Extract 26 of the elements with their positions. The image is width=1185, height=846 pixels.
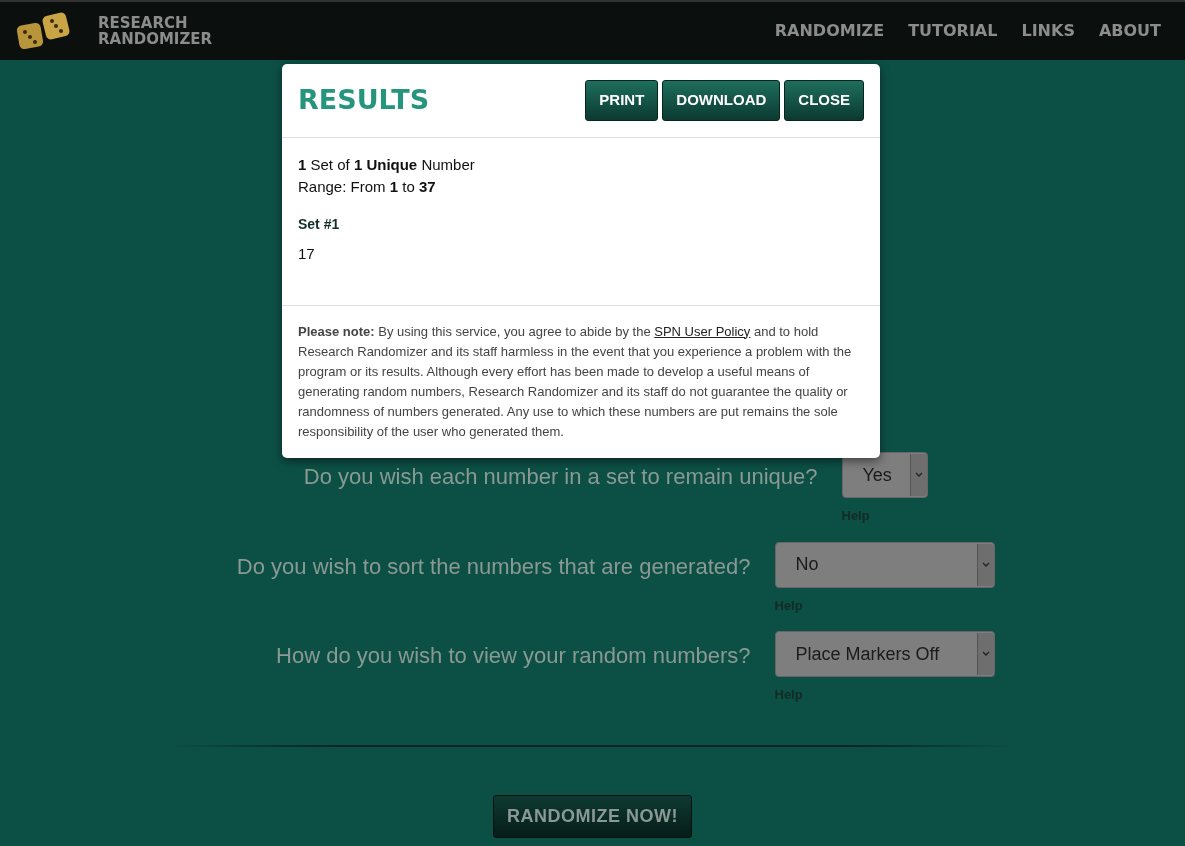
select-field[interactable]: Place Markers Off: [774, 631, 995, 677]
policy-link[interactable]: SPN User Policy: [654, 323, 751, 339]
brand-name: RANDOMIZER: [98, 31, 213, 47]
nav-link[interactable]: TUTORIAL: [908, 19, 998, 43]
nav-link[interactable]: ABOUT: [1098, 19, 1161, 43]
modal-title: RESULTS: [298, 83, 430, 117]
caret-icon: [914, 472, 923, 478]
disclaimer-text: Please note: By using this service, you agree to abide by the SPN User Policy and to hold Research Randomizer and its staff harmless in the event that you experience a problem with the program or its results. Although every effort has been made to develop a useful means of generating random numbers, Research Randomizer and its staff do not guarantee the quality or randomness of numbers generated. Any use to which these numbers are put remains the sole responsibility of the user who generated them.: [297, 322, 853, 441]
summary-line: Range: From 1 to 37: [298, 176, 437, 197]
caret-icon: [981, 561, 990, 568]
nav-link[interactable]: LINKS: [1021, 19, 1075, 43]
modal-button[interactable]: PRINT: [585, 80, 659, 121]
question-label: How do you wish to view your random numbers?: [275, 642, 751, 670]
question-label: Do you wish to sort the numbers that are generated?: [235, 552, 751, 581]
select-field[interactable]: Yes: [841, 452, 928, 498]
modal-button[interactable]: CLOSE: [784, 80, 864, 121]
select-field[interactable]: No: [774, 541, 995, 588]
set-numbers: 17: [298, 243, 316, 264]
brand-name: RESEARCH: [98, 15, 189, 31]
question-label: Do you wish each number in a set to remain unique?: [302, 463, 818, 491]
modal-button[interactable]: DOWNLOAD: [662, 80, 781, 121]
set-title: Set #1: [298, 214, 341, 234]
caret-icon: [981, 651, 990, 657]
summary-line: 1 Set of 1 Unique Number: [298, 154, 476, 175]
nav-link[interactable]: RANDOMIZE: [774, 19, 885, 43]
randomize-button[interactable]: RANDOMIZE NOW!: [493, 794, 692, 838]
